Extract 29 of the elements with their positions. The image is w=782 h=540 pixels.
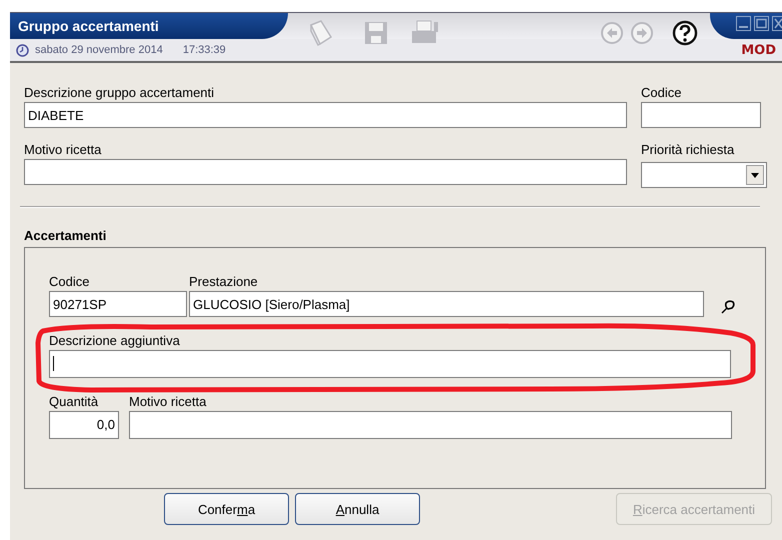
- field-label: Motivo ricetta: [129, 394, 208, 409]
- field-label: Prestazione: [189, 274, 259, 289]
- code-field[interactable]: [641, 102, 761, 128]
- close-icon[interactable]: [772, 16, 782, 31]
- section-title: Accertamenti: [24, 228, 108, 243]
- form-button[interactable]: Annulla: [295, 493, 420, 525]
- field-label: Motivo ricetta: [24, 142, 102, 157]
- description-field[interactable]: DIABETE: [24, 102, 627, 128]
- maximize-icon[interactable]: [754, 16, 769, 31]
- field-label: Descrizione aggiuntiva: [49, 333, 181, 348]
- quantity-field[interactable]: 0,0: [49, 411, 119, 439]
- field-label: Codice: [641, 85, 682, 100]
- field-label: Codice: [49, 274, 90, 289]
- time-text: 17:33:39: [182, 44, 226, 56]
- field-label: Descrizione gruppo accertamenti: [24, 85, 216, 100]
- service-field[interactable]: GLUCOSIO [Siero/Plasma]: [189, 291, 704, 317]
- code-field[interactable]: 90271SP: [49, 291, 187, 317]
- minimize-icon[interactable]: [736, 16, 751, 31]
- additional-description-field[interactable]: [49, 350, 731, 378]
- clock-icon: [16, 44, 29, 56]
- window-title: Gruppo accertamenti: [18, 18, 159, 34]
- field-label: Quantità: [49, 394, 100, 409]
- date-text: sabato 29 novembre 2014: [35, 44, 163, 56]
- mode-indicator: MOD: [741, 42, 776, 58]
- field-label: Priorità richiesta: [641, 142, 736, 157]
- reason-field[interactable]: [24, 159, 627, 185]
- reason-field[interactable]: [129, 411, 732, 439]
- form-button[interactable]: Conferma: [164, 493, 289, 525]
- priority-dropdown[interactable]: [641, 162, 767, 188]
